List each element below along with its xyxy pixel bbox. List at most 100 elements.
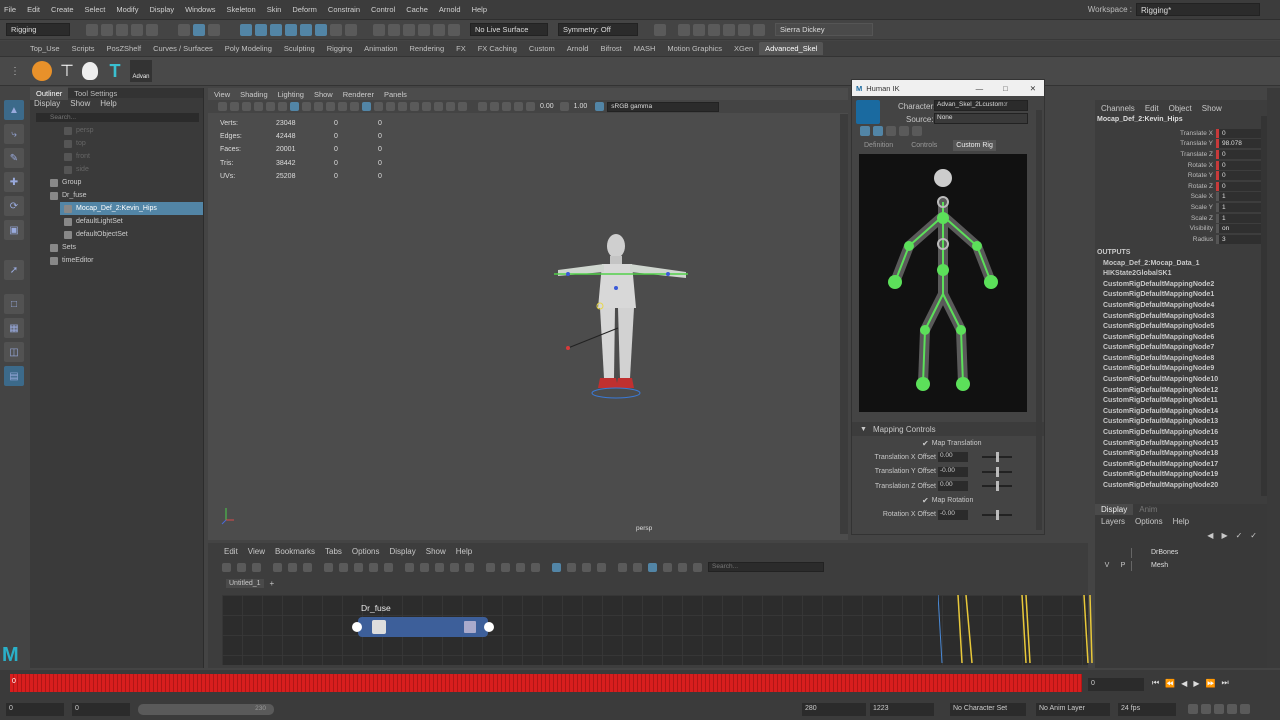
gate-mask-icon[interactable] bbox=[326, 102, 335, 111]
tab-custom-rig[interactable]: Custom Rig bbox=[953, 139, 996, 151]
go-to-start-icon[interactable]: ⏮ bbox=[1152, 678, 1159, 688]
output-node-item[interactable]: CustomRigDefaultMappingNode16 bbox=[1095, 429, 1267, 440]
textured-icon[interactable] bbox=[386, 102, 395, 111]
motion-blur-icon[interactable] bbox=[434, 102, 443, 111]
face-setup-icon[interactable] bbox=[82, 62, 98, 80]
xray-components-icon[interactable] bbox=[514, 102, 523, 111]
hik-scrollbar[interactable] bbox=[1036, 110, 1042, 530]
output-node-item[interactable]: CustomRigDefaultMappingNode3 bbox=[1095, 313, 1267, 324]
scale-tool-icon[interactable]: ▣ bbox=[4, 220, 24, 240]
map-rotation-checkbox[interactable]: ✔ bbox=[922, 496, 929, 505]
snap-grid-icon[interactable] bbox=[373, 23, 385, 36]
offset-slider[interactable] bbox=[982, 481, 1012, 492]
shelf-options-icon[interactable]: ⋮ bbox=[10, 66, 20, 77]
advan-tool-icon[interactable]: Advan bbox=[130, 60, 152, 82]
teal-tool-icon[interactable]: T bbox=[106, 61, 124, 81]
map-translation-checkbox[interactable]: ✔ bbox=[922, 439, 929, 448]
bookmark-icon[interactable] bbox=[242, 102, 251, 111]
shelf-tab-top-use[interactable]: Top_Use bbox=[24, 42, 66, 55]
film-gate-icon[interactable] bbox=[302, 102, 311, 111]
filter-icon[interactable] bbox=[648, 562, 657, 572]
shelf-tab-fx-caching[interactable]: FX Caching bbox=[472, 42, 523, 55]
step-back-icon[interactable]: ◀ bbox=[1181, 679, 1187, 688]
wireframe-icon[interactable] bbox=[362, 102, 371, 111]
cb-menu-show[interactable]: Show bbox=[1202, 104, 1222, 113]
field-chart-icon[interactable] bbox=[338, 102, 347, 111]
lock-selection-icon[interactable] bbox=[330, 23, 342, 36]
tab-tool-settings[interactable]: Tool Settings bbox=[68, 87, 123, 100]
channel-row[interactable]: Translate X 0 bbox=[1095, 128, 1267, 139]
output-node-item[interactable]: CustomRigDefaultMappingNode17 bbox=[1095, 461, 1267, 472]
maximize-icon[interactable]: □ bbox=[1003, 84, 1008, 93]
viewport-menu-lighting[interactable]: Lighting bbox=[278, 90, 304, 99]
hik-save-icon[interactable] bbox=[899, 126, 909, 136]
channel-row[interactable]: Visibility on bbox=[1095, 223, 1267, 234]
menu-cache[interactable]: Cache bbox=[406, 5, 428, 14]
shelf-tab-fx[interactable]: FX bbox=[450, 42, 472, 55]
outliner-menu-help[interactable]: Help bbox=[100, 99, 116, 108]
highlight-selection-icon[interactable] bbox=[345, 23, 357, 36]
last-tool-icon[interactable]: ➚ bbox=[4, 260, 24, 280]
zoom-icon[interactable] bbox=[465, 562, 474, 572]
ambient-occlusion-icon[interactable] bbox=[422, 102, 431, 111]
add-tab-icon[interactable]: + bbox=[270, 579, 275, 588]
output-node-item[interactable]: Mocap_Def_2:Mocap_Data_1 bbox=[1095, 260, 1267, 271]
outliner-item[interactable]: Mocap_Def_2:Kevin_Hips bbox=[60, 202, 203, 215]
ne-menu-display[interactable]: Display bbox=[390, 547, 416, 556]
ne-menu-tabs[interactable]: Tabs bbox=[325, 547, 342, 556]
tab-definition[interactable]: Definition bbox=[864, 142, 893, 149]
ne-menu-show[interactable]: Show bbox=[426, 547, 446, 556]
connected-mode-icon[interactable] bbox=[420, 562, 429, 572]
layer-playback-toggle[interactable]: P bbox=[1115, 562, 1131, 569]
menu-constrain[interactable]: Constrain bbox=[328, 5, 360, 14]
output-node-item[interactable]: CustomRigDefaultMappingNode15 bbox=[1095, 440, 1267, 451]
tab-outliner[interactable]: Outliner bbox=[30, 86, 69, 100]
ne-menu-view[interactable]: View bbox=[248, 547, 265, 556]
node-dr-fuse[interactable]: Dr_fuse bbox=[352, 603, 494, 637]
anti-aliasing-icon[interactable] bbox=[446, 102, 455, 111]
mask-surfaces-icon[interactable] bbox=[270, 23, 282, 36]
layer-tab-anim[interactable]: Anim bbox=[1133, 504, 1163, 515]
output-node-item[interactable]: CustomRigDefaultMappingNode1 bbox=[1095, 291, 1267, 302]
output-node-item[interactable]: CustomRigDefaultMappingNode2 bbox=[1095, 281, 1267, 292]
clear-graph-icon[interactable] bbox=[273, 562, 282, 572]
outliner-item[interactable]: persp bbox=[60, 124, 203, 137]
new-layer-icon[interactable]: ✓ bbox=[1236, 531, 1243, 540]
channel-row[interactable]: Scale Z 1 bbox=[1095, 213, 1267, 224]
close-icon[interactable]: ✕ bbox=[1030, 84, 1036, 93]
select-hierarchy-icon[interactable] bbox=[178, 23, 190, 36]
channel-value-field[interactable]: 0 bbox=[1219, 128, 1267, 138]
menu-skin[interactable]: Skin bbox=[267, 5, 282, 14]
timeline-keys-bar[interactable] bbox=[10, 674, 1082, 692]
channel-value-field[interactable]: 0 bbox=[1219, 160, 1267, 170]
tab-controls[interactable]: Controls bbox=[911, 142, 937, 149]
cb-menu-object[interactable]: Object bbox=[1169, 104, 1192, 113]
side-by-side-icon[interactable]: ◫ bbox=[4, 342, 24, 362]
cb-menu-channels[interactable]: Channels bbox=[1101, 104, 1135, 113]
live-surface-field[interactable]: No Live Surface bbox=[470, 23, 548, 36]
rearrange-graph-icon[interactable] bbox=[288, 562, 297, 572]
shelf-tab-curves[interactable]: Curves / Surfaces bbox=[147, 42, 219, 55]
swatch-icon[interactable] bbox=[567, 562, 576, 572]
depth-of-field-icon[interactable] bbox=[458, 102, 467, 111]
advanced-skeleton-icon[interactable] bbox=[32, 61, 52, 81]
align-left-icon[interactable] bbox=[486, 562, 495, 572]
layer-menu-layers[interactable]: Layers bbox=[1101, 517, 1125, 526]
menu-file[interactable]: File bbox=[4, 5, 16, 14]
menu-help[interactable]: Help bbox=[472, 5, 487, 14]
shelf-tab-animation[interactable]: Animation bbox=[358, 42, 403, 55]
source-dropdown[interactable]: None bbox=[934, 113, 1028, 124]
ne-menu-edit[interactable]: Edit bbox=[224, 547, 238, 556]
viewport-menu-renderer[interactable]: Renderer bbox=[343, 90, 374, 99]
menu-create[interactable]: Create bbox=[51, 5, 74, 14]
output-node-item[interactable]: CustomRigDefaultMappingNode12 bbox=[1095, 387, 1267, 398]
offset-slider[interactable] bbox=[982, 452, 1012, 463]
menu-display[interactable]: Display bbox=[150, 5, 175, 14]
offset-slider[interactable] bbox=[982, 466, 1012, 477]
ne-tab-untitled[interactable]: Untitled_1 bbox=[226, 578, 264, 588]
menu-arnold[interactable]: Arnold bbox=[439, 5, 461, 14]
minimize-icon[interactable]: — bbox=[976, 84, 984, 93]
display-layer-row[interactable]: DrBones bbox=[1099, 546, 1267, 559]
output-node-item[interactable]: HIKState2GlobalSK1 bbox=[1095, 270, 1267, 281]
workspace-dropdown[interactable]: Rigging* bbox=[1136, 3, 1260, 16]
